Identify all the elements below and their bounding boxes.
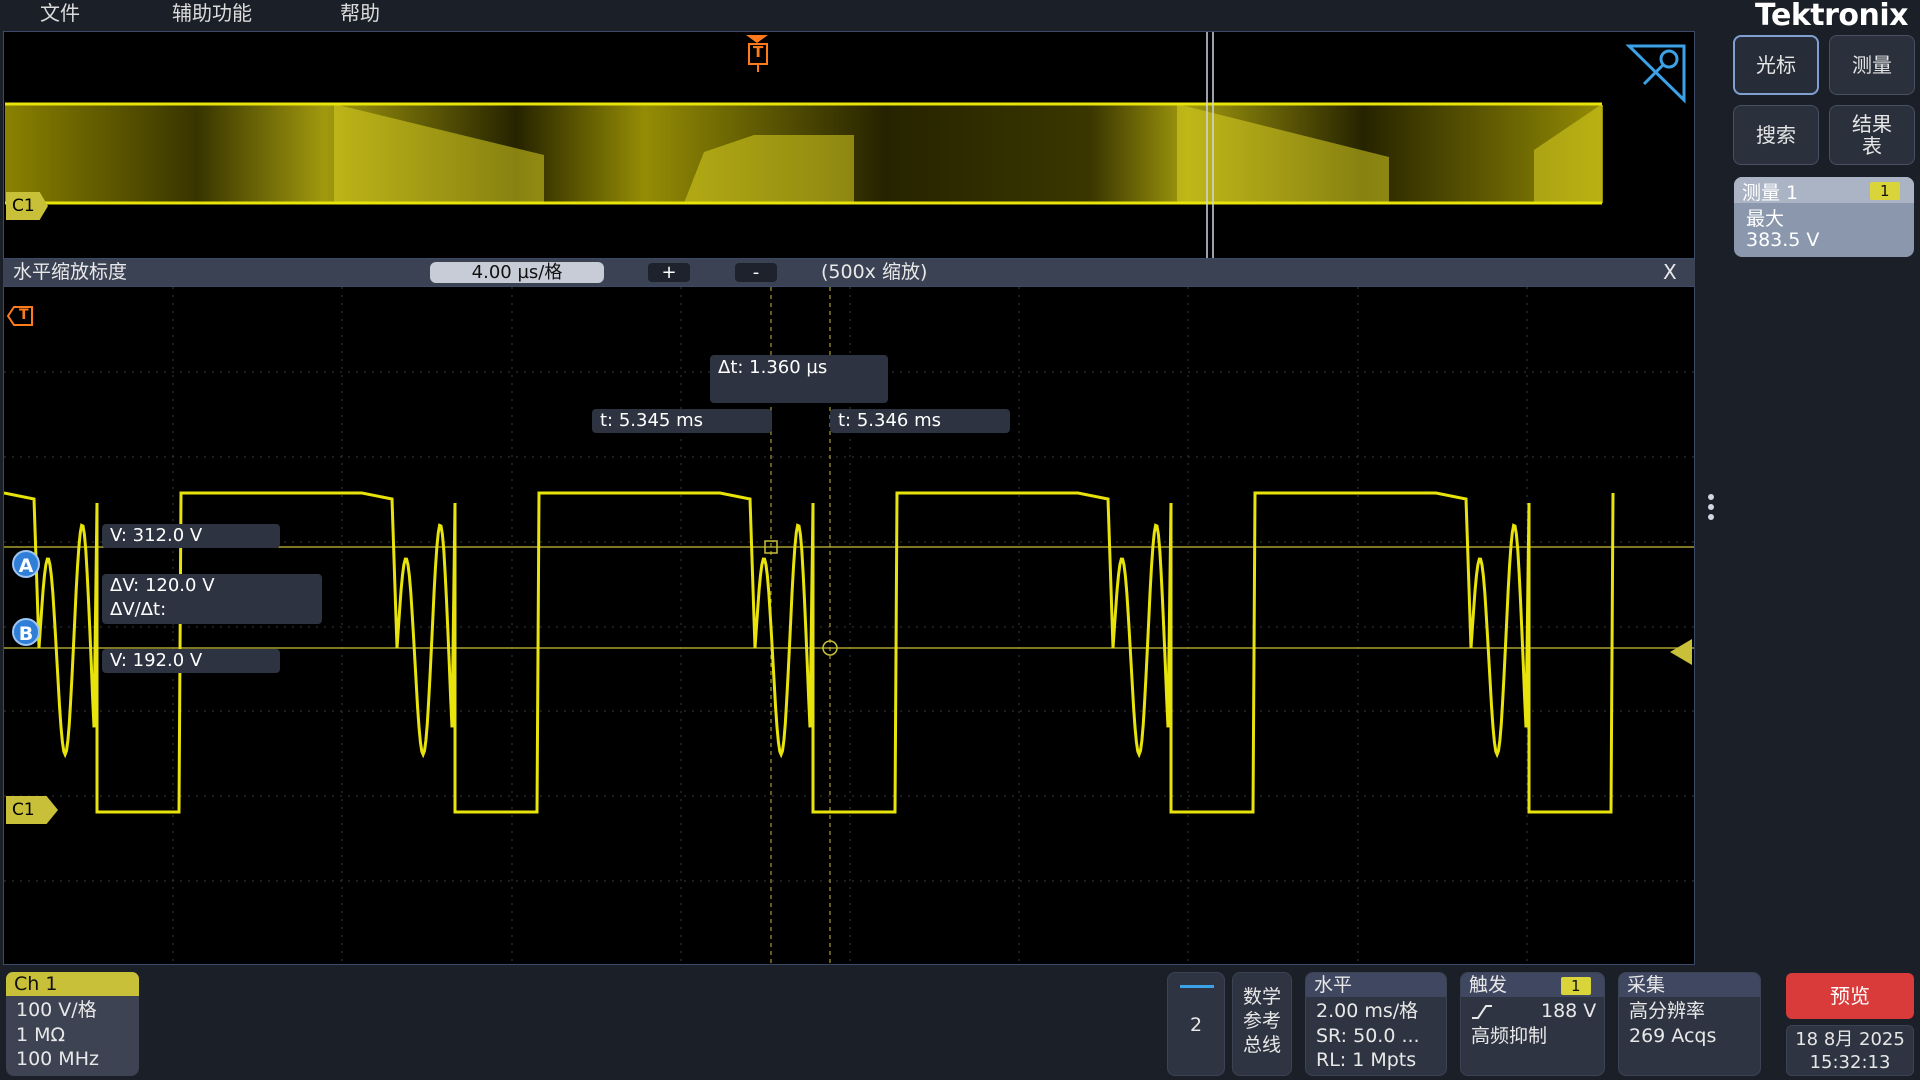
channel-vdiv: 100 V/格 xyxy=(16,999,97,1021)
bus-label: 总线 xyxy=(1242,1034,1281,1056)
measurement-value: 383.5 V xyxy=(1746,229,1820,251)
zoom-scale-field[interactable]: 4.00 µs/格 xyxy=(430,262,604,283)
trigger-source-badge: 1 xyxy=(1561,977,1591,995)
math-ref-bus-button[interactable]: 数学 参考 总线 xyxy=(1232,972,1292,1076)
acquire-count: 269 Acqs xyxy=(1629,1025,1717,1047)
zoom-scale-bar: 水平缩放标度 4.00 µs/格 + - (500x 缩放) X xyxy=(3,259,1695,286)
date-time-display[interactable]: 18 8月 2025 15:32:13 xyxy=(1786,1025,1914,1076)
zoom-in-button[interactable]: + xyxy=(648,263,690,282)
zoom-factor-label: (500x 缩放) xyxy=(821,261,928,283)
preview-button[interactable]: 预览 xyxy=(1786,973,1914,1019)
date-label: 18 8月 2025 xyxy=(1795,1029,1905,1050)
acquire-mode: 高分辨率 xyxy=(1629,1000,1706,1022)
measure-button[interactable]: 测量 xyxy=(1829,35,1915,95)
measurement-title: 测量 1 xyxy=(1742,182,1799,204)
overview-channel-marker: C1 xyxy=(6,192,48,220)
rising-edge-icon xyxy=(1472,1005,1492,1019)
reference-label: 参考 xyxy=(1242,1010,1281,1032)
menu-file[interactable]: 文件 xyxy=(40,0,80,26)
trigger-level: 188 V xyxy=(1541,1000,1597,1022)
cursor-button[interactable]: 光标 xyxy=(1733,35,1819,95)
menu-help[interactable]: 帮助 xyxy=(340,0,380,26)
measurement-1-card[interactable]: 测量 1 1 最大 383.5 V xyxy=(1734,177,1914,257)
panel-handle-icon[interactable] xyxy=(1708,494,1716,520)
right-panel xyxy=(1728,28,1920,968)
channel-1-badge[interactable]: Ch 1 100 V/格 1 MΩ 100 MHz xyxy=(6,972,139,1076)
add-channel-number: 2 xyxy=(1190,1014,1203,1036)
horizontal-scale: 2.00 ms/格 xyxy=(1316,1000,1419,1022)
measurement-type: 最大 xyxy=(1746,208,1785,230)
measurement-source-badge: 1 xyxy=(1870,182,1900,200)
acquire-title: 采集 xyxy=(1619,973,1760,997)
menu-bar: 文件 辅助功能 帮助 xyxy=(0,0,1700,28)
main-waveform-panel[interactable]: T Δt: 1.360 µs t: 5.345 ms t: 5.346 ms V… xyxy=(3,286,1695,965)
channel-bandwidth: 100 MHz xyxy=(16,1048,99,1070)
time-label: 15:32:13 xyxy=(1809,1052,1891,1073)
trigger-position-marker: T xyxy=(19,307,29,323)
horizontal-badge[interactable]: 水平 2.00 ms/格 SR: 50.0 ... RL: 1 Mpts xyxy=(1305,972,1447,1076)
zoom-out-button[interactable]: - xyxy=(735,263,777,282)
cursor-a-badge[interactable]: A xyxy=(12,550,40,578)
math-label: 数学 xyxy=(1242,986,1281,1008)
menu-accessibility[interactable]: 辅助功能 xyxy=(172,0,252,26)
record-length: RL: 1 Mpts xyxy=(1316,1049,1417,1071)
cursor-b-badge[interactable]: B xyxy=(12,618,40,646)
cursor-b-time-readout: t: 5.346 ms xyxy=(830,409,1010,433)
zoom-close-button[interactable]: X xyxy=(1663,259,1677,286)
trigger-badge[interactable]: 触发 1 188 V 高频抑制 xyxy=(1460,972,1605,1076)
channel-impedance: 1 MΩ xyxy=(16,1024,66,1046)
trigger-marker-label: T xyxy=(753,43,764,61)
trigger-level-arrow xyxy=(1670,639,1692,665)
delta-v-value: ΔV: 120.0 V xyxy=(110,575,215,596)
horizontal-title: 水平 xyxy=(1306,973,1446,997)
overview-waveform-panel[interactable]: T C1 xyxy=(3,31,1695,259)
delta-t-readout: Δt: 1.360 µs xyxy=(710,355,888,403)
zoom-title: 水平缩放标度 xyxy=(13,261,128,283)
cursor-b-voltage-readout: V: 192.0 V xyxy=(102,649,280,673)
delta-v-per-delta-t: ΔV/Δt: xyxy=(110,599,167,620)
results-table-button[interactable]: 结果 表 xyxy=(1829,105,1915,165)
overview-waveform xyxy=(5,32,1686,258)
cursor-a-time-readout: t: 5.345 ms xyxy=(592,409,772,433)
acquire-badge[interactable]: 采集 高分辨率 269 Acqs xyxy=(1618,972,1761,1076)
cursor-a-voltage-readout: V: 312.0 V xyxy=(102,524,280,548)
delta-v-readout: ΔV: 120.0 V ΔV/Δt: xyxy=(102,574,322,624)
add-channel-2-button[interactable]: 2 xyxy=(1167,972,1225,1076)
sample-rate: SR: 50.0 ... xyxy=(1316,1025,1420,1047)
search-button[interactable]: 搜索 xyxy=(1733,105,1819,165)
channel-name: Ch 1 xyxy=(14,973,58,995)
zoom-tool-icon[interactable] xyxy=(1622,44,1686,108)
trigger-coupling: 高频抑制 xyxy=(1471,1025,1548,1047)
